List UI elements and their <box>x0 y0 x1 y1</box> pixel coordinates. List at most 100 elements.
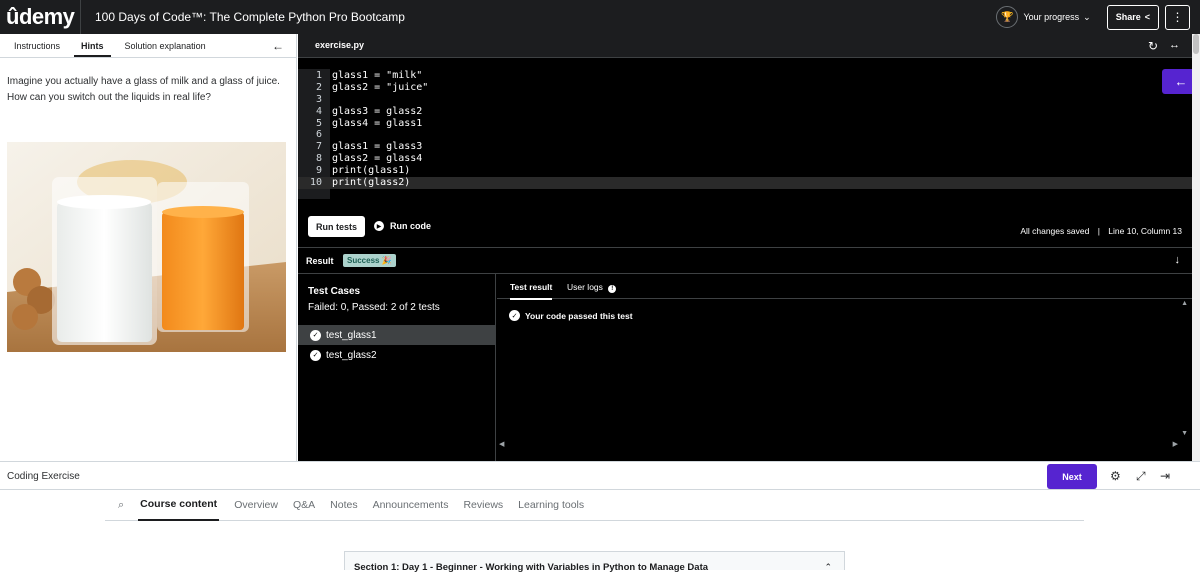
reset-icon[interactable]: ↻ <box>1148 39 1158 53</box>
code-line[interactable]: 4 glass3 = glass2 <box>298 106 1192 118</box>
tab-overview[interactable]: Overview <box>234 490 278 521</box>
divider <box>80 0 81 34</box>
test-case-item[interactable]: ✓ test_glass2 <box>298 345 495 365</box>
run-tests-button[interactable]: Run tests <box>308 216 366 237</box>
tab-test-result[interactable]: Test result <box>510 282 553 300</box>
chevron-up-icon[interactable]: ⌃ <box>824 562 832 573</box>
test-cases-title: Test Cases <box>308 286 361 297</box>
tab-user-logs[interactable]: User logs ! <box>567 282 617 293</box>
udemy-logo[interactable]: ûdemy <box>6 4 75 30</box>
line-number: 4 <box>315 105 322 117</box>
page-scrollbar[interactable] <box>1192 34 1200 461</box>
tab-course-content[interactable]: Course content <box>138 490 220 521</box>
line-number: 10 <box>309 177 322 189</box>
editor-status: All changes saved | Line 10, Column 13 <box>1020 226 1182 236</box>
result-label: Result <box>306 256 334 266</box>
share-icon: < <box>1144 12 1150 22</box>
left-panel-tabs: Instructions Hints Solution explanation … <box>0 34 296 58</box>
file-tab[interactable]: exercise.py <box>315 40 364 50</box>
test-summary: Failed: 0, Passed: 2 of 2 tests <box>308 302 440 313</box>
code-line[interactable]: 2 glass2 = "juice" <box>298 82 1192 94</box>
run-code-label: Run code <box>390 221 432 231</box>
code-text[interactable]: glass2 = glass4 <box>332 153 422 165</box>
hint-text: Imagine you actually have a glass of mil… <box>7 76 280 103</box>
scroll-right-icon[interactable]: ▶ <box>1173 440 1178 448</box>
chevron-down-icon[interactable]: ⌄ <box>1083 12 1091 23</box>
fullscreen-icon[interactable]: ⤢ <box>1136 469 1146 484</box>
gear-icon[interactable]: ⚙ <box>1110 469 1121 483</box>
cursor-position: Line 10, Column 13 <box>1108 226 1182 236</box>
tab-solution-explanation[interactable]: Solution explanation <box>118 41 213 57</box>
line-number: 5 <box>315 117 322 129</box>
scroll-up-icon[interactable]: ▲ <box>1181 300 1188 307</box>
test-case-item[interactable]: ✓ test_glass1 <box>298 325 495 345</box>
line-number: 9 <box>315 165 322 177</box>
share-label: Share <box>1115 12 1141 22</box>
info-icon: ! <box>608 285 617 293</box>
lecture-footer: Coding Exercise Next ⚙ ⤢ ⇥ <box>0 461 1200 490</box>
tab-learning-tools[interactable]: Learning tools <box>518 490 584 521</box>
tab-reviews[interactable]: Reviews <box>463 490 503 521</box>
test-case-name: test_glass2 <box>326 349 377 361</box>
line-number: 6 <box>315 129 322 141</box>
arrow-left-icon: ← <box>1174 74 1188 89</box>
scroll-down-icon[interactable]: ▼ <box>1181 430 1188 437</box>
course-section[interactable]: Section 1: Day 1 - Beginner - Working wi… <box>344 551 845 573</box>
code-line[interactable]: 6 <box>298 129 1192 141</box>
trophy-icon[interactable]: 🏆 <box>996 6 1019 28</box>
collapse-horizontal-icon[interactable]: ⇥ <box>1160 469 1170 483</box>
scroll-left-icon[interactable]: ◀ <box>499 440 504 448</box>
section-title[interactable]: Section 1: Day 1 - Beginner - Working wi… <box>354 562 708 573</box>
code-line[interactable]: 1 glass1 = "milk" <box>298 70 1192 82</box>
code-text[interactable]: glass4 = glass1 <box>332 118 422 130</box>
code-text[interactable]: glass3 = glass2 <box>332 106 422 118</box>
tab-announcements[interactable]: Announcements <box>373 490 449 521</box>
status-separator: | <box>1097 226 1100 236</box>
code-line[interactable]: 3 <box>298 94 1192 106</box>
check-circle-icon: ✓ <box>509 310 520 321</box>
progress-label[interactable]: Your progress <box>1023 12 1079 22</box>
run-bar: Run tests ▶ Run code All changes saved |… <box>298 210 1192 248</box>
share-button[interactable]: Share < <box>1106 4 1159 30</box>
arrow-down-icon[interactable]: ↓ <box>1175 254 1181 266</box>
test-cases-panel: Test Cases Failed: 0, Passed: 2 of 2 tes… <box>298 274 496 461</box>
course-title[interactable]: 100 Days of Code™: The Complete Python P… <box>95 10 405 24</box>
next-button[interactable]: Next <box>1047 464 1097 489</box>
code-line[interactable]: 8 glass2 = glass4 <box>298 153 1192 165</box>
code-line-current[interactable]: 10 print(glass2) <box>298 177 1192 189</box>
play-icon: ▶ <box>374 221 384 231</box>
test-result-pane: Test result User logs ! ✓ Your code pass… <box>497 274 1192 461</box>
line-number: 7 <box>315 141 322 153</box>
tab-hints[interactable]: Hints <box>74 41 111 57</box>
result-bar: Result Success 🎉 ↓ <box>298 247 1192 274</box>
code-line[interactable]: 5 glass4 = glass1 <box>298 118 1192 130</box>
line-number: 3 <box>315 93 322 105</box>
code-area[interactable]: 1 glass1 = "milk" 2 glass2 = "juice" 3 4 gl… <box>298 70 1192 189</box>
tab-instructions[interactable]: Instructions <box>7 41 67 57</box>
run-code-button[interactable]: ▶ Run code <box>374 221 431 231</box>
line-number: 1 <box>315 70 322 81</box>
code-text[interactable]: print(glass1) <box>332 165 410 177</box>
code-line[interactable]: 9 print(glass1) <box>298 165 1192 177</box>
user-logs-label: User logs <box>567 282 603 292</box>
tab-qa[interactable]: Q&A <box>293 490 315 521</box>
coding-exercise-label: Coding Exercise <box>7 471 80 482</box>
code-editor-panel: exercise.py ↻ ↔ 1 glass1 = "milk" 2 glass2… <box>298 34 1200 461</box>
scrollbar-thumb[interactable] <box>1193 34 1199 54</box>
tab-notes[interactable]: Notes <box>330 490 357 521</box>
expand-horizontal-icon[interactable]: ↔ <box>1169 39 1180 51</box>
code-text[interactable]: glass1 = glass3 <box>332 141 422 153</box>
code-text[interactable]: print(glass2) <box>332 177 410 189</box>
vertical-dots-icon: ⋮ <box>1171 10 1184 24</box>
code-text[interactable]: glass2 = "juice" <box>332 82 428 94</box>
top-bar: ûdemy 100 Days of Code™: The Complete Py… <box>0 0 1200 34</box>
code-line[interactable]: 7 glass1 = glass3 <box>298 141 1192 153</box>
arrow-left-icon[interactable]: ← <box>272 39 284 53</box>
search-icon[interactable]: ⌕ <box>118 499 124 512</box>
more-options-button[interactable]: ⋮ <box>1165 4 1190 30</box>
check-circle-icon: ✓ <box>310 349 321 361</box>
result-tabs: Test result User logs ! <box>497 274 1192 300</box>
status-badge: Success 🎉 <box>343 254 396 267</box>
code-text[interactable]: glass1 = "milk" <box>332 70 422 82</box>
test-case-name: test_glass1 <box>326 329 377 341</box>
